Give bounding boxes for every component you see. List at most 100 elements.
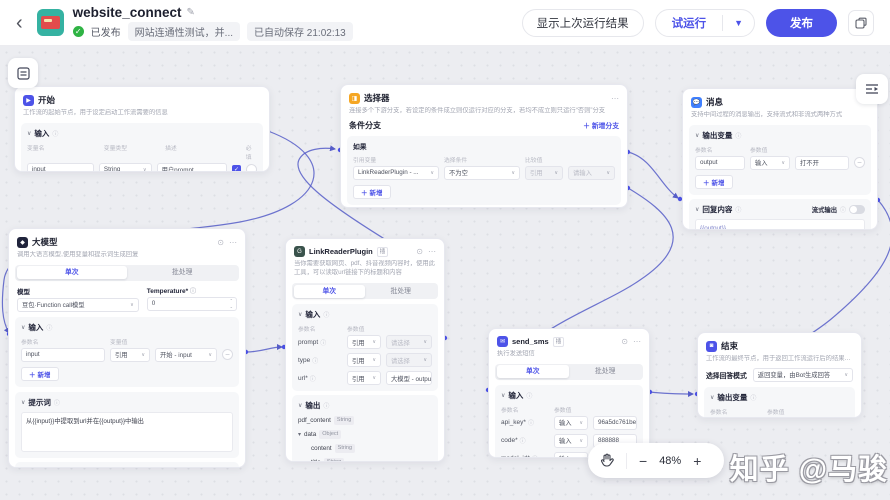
- param-value-select[interactable]: 大模型 - output: [386, 371, 432, 385]
- tab-batch[interactable]: 批处理: [365, 285, 437, 298]
- remove-row-button[interactable]: −: [854, 157, 865, 168]
- duplicate-icon: [855, 17, 867, 29]
- param-value-select[interactable]: 请选择: [386, 353, 432, 367]
- variable-type-select[interactable]: String: [99, 163, 152, 172]
- node-selector[interactable]: ◨ 选择器 ⋯ 连接多个下游分支，若设定的条件成立则仅运行对应的分支，若均不成立…: [340, 84, 628, 208]
- info-icon: ⓘ: [526, 391, 532, 400]
- add-branch-button[interactable]: ＋ 新增分支: [583, 120, 619, 130]
- llm-node-title: 大模型: [32, 236, 58, 248]
- add-condition-button[interactable]: ＋新增: [353, 185, 391, 199]
- condition-operator-select[interactable]: 不为空: [444, 166, 520, 180]
- test-run-label[interactable]: 试运行: [656, 15, 723, 31]
- node-start[interactable]: ▶ 开始 工作流的起始节点，用于设定启动工作流需要的信息 ∨ 输入 ⓘ 变量名 …: [14, 86, 270, 172]
- add-param-button[interactable]: ＋新增: [21, 367, 59, 381]
- plugin-badge: 插: [377, 247, 389, 257]
- duplicate-window-button[interactable]: [848, 10, 874, 36]
- collapse-icon[interactable]: ∨: [298, 402, 302, 409]
- end-output-section: ∨ 输出变量 ⓘ 参数名 参数值 ＋新增: [704, 387, 855, 418]
- add-output-button[interactable]: ＋新增: [695, 175, 733, 189]
- model-select[interactable]: 豆包·Function call模型: [17, 298, 139, 312]
- zoom-level: 48%: [659, 455, 681, 467]
- llm-node-icon: ◆: [17, 237, 28, 248]
- param-mode-select[interactable]: 输入: [554, 452, 588, 458]
- more-icon[interactable]: ⋯: [229, 238, 237, 247]
- param-value-select[interactable]: 开始 - input: [155, 348, 217, 362]
- llm-output-section: ∨ 输出 ⓘ 变量名 变量类型 描述 output String url ＋新增: [15, 462, 239, 468]
- reply-content-input[interactable]: {{output}}: [695, 219, 865, 230]
- message-output-section: ∨ 输出变量 ⓘ 参数名 参数值 output 输入 打不开 − ＋新增: [689, 125, 871, 195]
- edit-title-icon[interactable]: ✎: [186, 7, 194, 18]
- tab-single[interactable]: 单次: [497, 365, 570, 378]
- param-mode-select[interactable]: 引用: [347, 353, 381, 367]
- back-button[interactable]: ‹: [16, 13, 23, 33]
- zoom-out-button[interactable]: −: [639, 454, 647, 468]
- param-label: api_key*ⓘ: [501, 418, 549, 427]
- param-mode-select[interactable]: 引用: [110, 348, 150, 362]
- plugin-badge: 插: [553, 337, 565, 347]
- output-item: title String: [298, 458, 432, 462]
- settings-icon[interactable]: ⊙: [621, 337, 628, 346]
- node-send-sms[interactable]: ✉ send_sms 插 ⊙⋯ 执行发送短信 单次 批处理 ∨ 输入 ⓘ 参数名…: [488, 328, 650, 458]
- zoom-in-button[interactable]: +: [693, 454, 701, 468]
- variable-desc-input[interactable]: 用户prompt: [157, 163, 227, 172]
- node-list-icon: [864, 82, 880, 96]
- param-name-input[interactable]: input: [21, 348, 105, 362]
- collapse-icon[interactable]: ∨: [21, 399, 25, 406]
- param-value-input[interactable]: 96a5dc761be811efa4: [593, 416, 637, 430]
- param-mode-select[interactable]: 引用: [347, 335, 381, 349]
- node-linkreader[interactable]: G LinkReaderPlugin 插 ⊙⋯ 当你需要获取网页、pdf、抖音视…: [285, 238, 445, 462]
- collapse-icon[interactable]: ∨: [298, 311, 302, 318]
- output-mode-select[interactable]: 输入: [750, 156, 790, 170]
- tab-batch[interactable]: 批处理: [569, 365, 642, 378]
- collapse-icon[interactable]: ∨: [21, 324, 25, 331]
- tab-single[interactable]: 单次: [17, 266, 128, 279]
- published-check-icon: ✓: [73, 26, 84, 37]
- start-input-section: ∨ 输入 ⓘ 变量名 变量类型 描述 必填 input String 用户pro…: [21, 123, 263, 172]
- condition-ref-select[interactable]: 引用: [525, 166, 563, 180]
- output-name-input[interactable]: output: [695, 156, 745, 170]
- param-mode-select[interactable]: 输入: [554, 434, 588, 448]
- collapse-icon[interactable]: ∨: [710, 394, 714, 401]
- node-message[interactable]: 💬 消息 支持中间过程的消息输出，支持流式和非流式两种方式 ∨ 输出变量 ⓘ 参…: [682, 88, 878, 230]
- collapse-icon[interactable]: ∨: [695, 132, 699, 139]
- temperature-input[interactable]: 0: [147, 297, 237, 311]
- param-value-select[interactable]: 请选择: [386, 335, 432, 349]
- test-run-button[interactable]: 试运行 ▼: [655, 9, 755, 37]
- tab-batch[interactable]: 批处理: [127, 266, 238, 279]
- variable-name-input[interactable]: input: [27, 163, 94, 172]
- more-icon[interactable]: ⋯: [428, 247, 436, 256]
- prompt-input[interactable]: 从{{input}}中提取到url并在{{output}}中输出: [21, 412, 233, 452]
- stream-output-toggle[interactable]: [849, 205, 865, 214]
- required-checkbox[interactable]: ✓: [232, 165, 241, 172]
- settings-icon[interactable]: ⊙: [217, 238, 224, 247]
- param-mode-select[interactable]: 引用: [347, 371, 381, 385]
- remove-row-button[interactable]: −: [222, 349, 233, 360]
- publish-button[interactable]: 发布: [766, 9, 837, 37]
- collapse-icon[interactable]: ∨: [501, 392, 505, 399]
- settings-icon[interactable]: ⊙: [416, 247, 423, 256]
- node-end[interactable]: ◙ 结束 工作流的最终节点，用于返回工作流运行后的结果信息 选择回答模式 返回变…: [697, 332, 862, 418]
- param-mode-select[interactable]: 输入: [554, 416, 588, 430]
- linkreader-tabs: 单次 批处理: [292, 283, 438, 299]
- pan-hand-icon[interactable]: [600, 453, 614, 468]
- remove-row-button[interactable]: [246, 164, 257, 172]
- branch-header: 条件分支: [349, 120, 381, 131]
- info-icon: ⓘ: [54, 398, 60, 407]
- test-run-dropdown-icon[interactable]: ▼: [723, 18, 754, 28]
- more-icon[interactable]: ⋯: [633, 337, 641, 346]
- canvas[interactable]: ▶ 开始 工作流的起始节点，用于设定启动工作流需要的信息 ∨ 输入 ⓘ 变量名 …: [0, 46, 890, 500]
- node-palette-button[interactable]: [8, 58, 38, 88]
- collapse-icon[interactable]: ∨: [27, 130, 31, 137]
- show-last-run-button[interactable]: 显示上次运行结果: [522, 9, 644, 37]
- condition-value-input[interactable]: 请输入: [568, 166, 615, 180]
- node-list-button[interactable]: [856, 74, 888, 104]
- node-llm[interactable]: ◆ 大模型 ⊙⋯ 调用大语言模型,使用变量和提示词生成回复 单次 批处理 模型 …: [8, 228, 246, 468]
- collapse-icon[interactable]: ▾: [298, 431, 301, 438]
- output-value-input[interactable]: 打不开: [795, 156, 849, 170]
- info-icon: ⓘ: [46, 323, 52, 332]
- collapse-icon[interactable]: ∨: [695, 206, 699, 213]
- tab-single[interactable]: 单次: [294, 285, 366, 298]
- answer-mode-select[interactable]: 返回变量，由Bot生成回答: [753, 368, 853, 382]
- condition-variable-select[interactable]: LinkReaderPlugin - ...: [353, 166, 439, 180]
- more-icon[interactable]: ⋯: [611, 94, 619, 103]
